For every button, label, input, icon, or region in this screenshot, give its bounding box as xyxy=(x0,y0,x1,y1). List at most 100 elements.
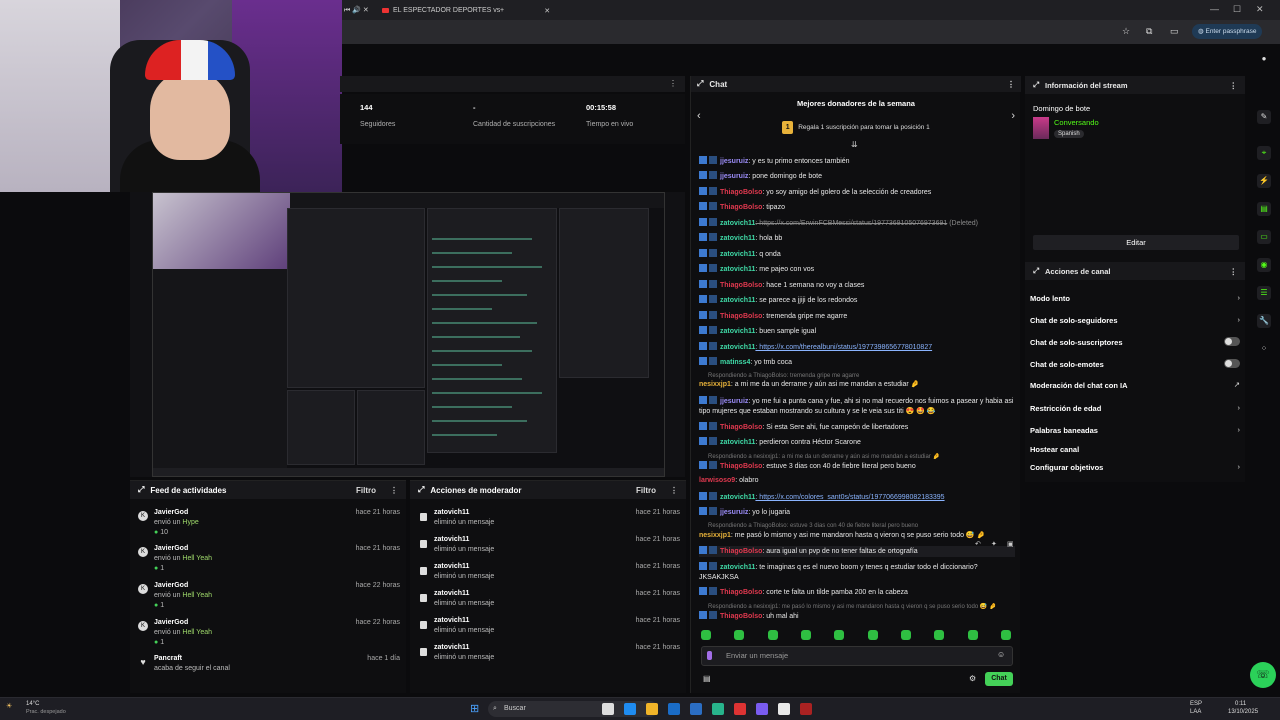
star-icon[interactable]: ☆ xyxy=(1122,26,1130,37)
close-window-icon[interactable]: ✕ xyxy=(1256,4,1264,15)
more-options-icon[interactable]: ⋮ xyxy=(390,486,398,495)
kick-icon: K xyxy=(138,584,148,594)
action-slow-mode[interactable]: Modo lento › xyxy=(1030,293,1240,303)
passphrase-button[interactable]: ◍ Enter passphrase xyxy=(1192,24,1263,39)
collapse-icon[interactable]: ⤢ xyxy=(697,79,703,89)
emote-icon[interactable] xyxy=(934,630,945,640)
obs-icon[interactable] xyxy=(800,703,812,715)
more-options-icon[interactable]: ⋮ xyxy=(1230,81,1238,90)
pin-icon[interactable]: ⇊ xyxy=(851,140,858,149)
layout-icon[interactable]: ☰ xyxy=(1257,286,1271,300)
discord-icon[interactable] xyxy=(756,703,768,715)
minimize-icon[interactable]: — xyxy=(1210,4,1219,14)
new-tab-button[interactable]: + xyxy=(500,3,504,18)
clock-time[interactable]: 0:11 xyxy=(1235,701,1246,707)
mod-actions-panel: ⤢ Acciones de moderador Filtro ⋮ zatovic… xyxy=(410,480,686,693)
emote-icon[interactable] xyxy=(900,630,911,640)
edge-icon[interactable] xyxy=(712,703,724,715)
chat-message: ThiagoBolso: tipazo xyxy=(699,202,1015,213)
outlook-icon[interactable] xyxy=(668,703,680,715)
collapse-icon[interactable]: ⤢ xyxy=(1033,266,1039,276)
subscribers-only-toggle[interactable] xyxy=(1224,337,1240,346)
bolt-icon[interactable]: ⚡ xyxy=(1257,174,1271,188)
edit-icon[interactable]: ✎ xyxy=(1257,110,1271,124)
action-host-channel[interactable]: Hostear canal xyxy=(1030,445,1240,454)
browser-tab[interactable]: EL ESPECTADOR DEPORTES vs ✕ xyxy=(382,3,550,18)
action-ai-moderation[interactable]: Moderación del chat con IA ↗ xyxy=(1030,380,1240,390)
support-chat-icon[interactable]: ☏ xyxy=(1250,662,1276,688)
pin-message-icon[interactable]: ✦ xyxy=(991,540,997,548)
mod-filter-button[interactable]: Filtro xyxy=(636,486,656,495)
collapse-icon[interactable]: ⤢ xyxy=(418,485,424,495)
emote-icon[interactable] xyxy=(1000,630,1011,640)
emote-icon[interactable] xyxy=(967,630,978,640)
prev-arrow-icon[interactable]: ‹ xyxy=(697,110,701,122)
close-tab-icon[interactable]: ✕ xyxy=(544,7,550,15)
maximize-icon[interactable]: ☐ xyxy=(1233,4,1241,15)
action-followers-only[interactable]: Chat de solo-seguidores › xyxy=(1030,315,1240,325)
chat-message: jjesuruiz: pone domingo de bote xyxy=(699,171,1015,182)
send-chat-button[interactable]: Chat xyxy=(985,672,1013,686)
chat-message: ThiagoBolso: corte te falta un tilde pam… xyxy=(699,587,1015,598)
more-options-icon[interactable]: ⋮ xyxy=(670,486,678,495)
more-options-icon[interactable]: ⋮ xyxy=(1007,80,1015,89)
apps-icon[interactable]: ⁘ xyxy=(1257,342,1271,356)
edit-button[interactable]: Editar xyxy=(1033,235,1239,250)
emote-icon[interactable] xyxy=(800,630,811,640)
action-emotes-only[interactable]: Chat de solo-emotes xyxy=(1030,359,1240,369)
windows-start-icon[interactable]: ⊞ xyxy=(470,702,479,715)
microphone-icon[interactable] xyxy=(707,651,712,660)
chat-input[interactable]: Enviar un mensaje xyxy=(701,646,1013,666)
emote-bar xyxy=(701,630,1011,642)
activity-filter-button[interactable]: Filtro xyxy=(356,486,376,495)
language-indicator[interactable]: ESP xyxy=(1190,701,1202,707)
collapse-icon[interactable]: ⤢ xyxy=(1033,80,1039,90)
emote-icon[interactable] xyxy=(834,630,845,640)
avatar[interactable]: ● xyxy=(1257,52,1271,66)
target-icon[interactable]: ⌖ xyxy=(1257,146,1271,160)
emotes-only-toggle[interactable] xyxy=(1224,359,1240,368)
sidebar-icon[interactable]: ▭ xyxy=(1170,26,1179,37)
chat-message-hovered: ThiagoBolso: aura igual un pvp de no ten… xyxy=(699,546,1015,557)
emote-icon[interactable] xyxy=(734,630,745,640)
kicks-icon: ● xyxy=(154,529,159,536)
category-link[interactable]: Conversando xyxy=(1054,118,1099,127)
extensions-icon[interactable]: ⧉ xyxy=(1146,26,1152,37)
action-banned-words[interactable]: Palabras baneadas › xyxy=(1030,425,1241,435)
more-options-icon[interactable]: ⋮ xyxy=(669,79,677,88)
chrome-icon[interactable] xyxy=(778,703,790,715)
action-configure-goals[interactable]: Configurar objetivos › xyxy=(1030,462,1240,472)
media-controls[interactable]: ⏮ 🔊 ✕ xyxy=(344,3,369,18)
next-arrow-icon[interactable]: › xyxy=(1011,110,1015,122)
store-icon[interactable]: ▤ xyxy=(703,674,711,683)
wrench-icon[interactable]: 🔧 xyxy=(1257,314,1271,328)
settings-icon[interactable]: ⚙ xyxy=(969,674,976,683)
right-sidebar: ● ✎ ⌖ ⚡ ▤ ▭ ◉ ☰ 🔧 ⁘ ☏ xyxy=(1248,44,1280,694)
trash-icon xyxy=(420,567,427,575)
search-icon: ⌕ xyxy=(493,705,497,712)
action-age-restriction[interactable]: Restricción de edad › xyxy=(1030,403,1240,413)
weather-temp[interactable]: 14°C xyxy=(26,701,39,707)
chat-message: nesixxjp1: a mi me da un derrame y aún a… xyxy=(699,381,920,388)
action-subscribers-only[interactable]: Chat de solo-suscriptores xyxy=(1030,337,1240,347)
word-icon[interactable] xyxy=(690,703,702,715)
kicks-icon: ● xyxy=(154,602,159,609)
emote-icon[interactable] xyxy=(701,630,711,640)
chevron-right-icon: › xyxy=(1237,425,1241,434)
task-view-icon[interactable] xyxy=(602,703,614,715)
delete-icon[interactable]: ▣ xyxy=(1007,540,1014,548)
app-icon[interactable] xyxy=(734,703,746,715)
reply-icon[interactable]: ↶ xyxy=(975,540,981,548)
copilot-icon[interactable] xyxy=(624,703,636,715)
file-explorer-icon[interactable] xyxy=(646,703,658,715)
emote-icon[interactable] xyxy=(867,630,878,640)
collapse-icon[interactable]: ⤢ xyxy=(138,485,144,495)
document-icon[interactable]: ▤ xyxy=(1257,202,1271,216)
more-options-icon[interactable]: ⋮ xyxy=(1230,267,1238,276)
emote-icon[interactable] xyxy=(767,630,778,640)
chat-bubble-icon[interactable]: ▭ xyxy=(1257,230,1271,244)
broadcast-icon[interactable]: ◉ xyxy=(1257,258,1271,272)
address-bar[interactable]: ☆ ⧉ ▭ ◍ Enter passphrase xyxy=(340,20,1280,44)
emoji-icon[interactable]: ☺ xyxy=(997,650,1005,659)
stream-preview xyxy=(152,192,665,477)
